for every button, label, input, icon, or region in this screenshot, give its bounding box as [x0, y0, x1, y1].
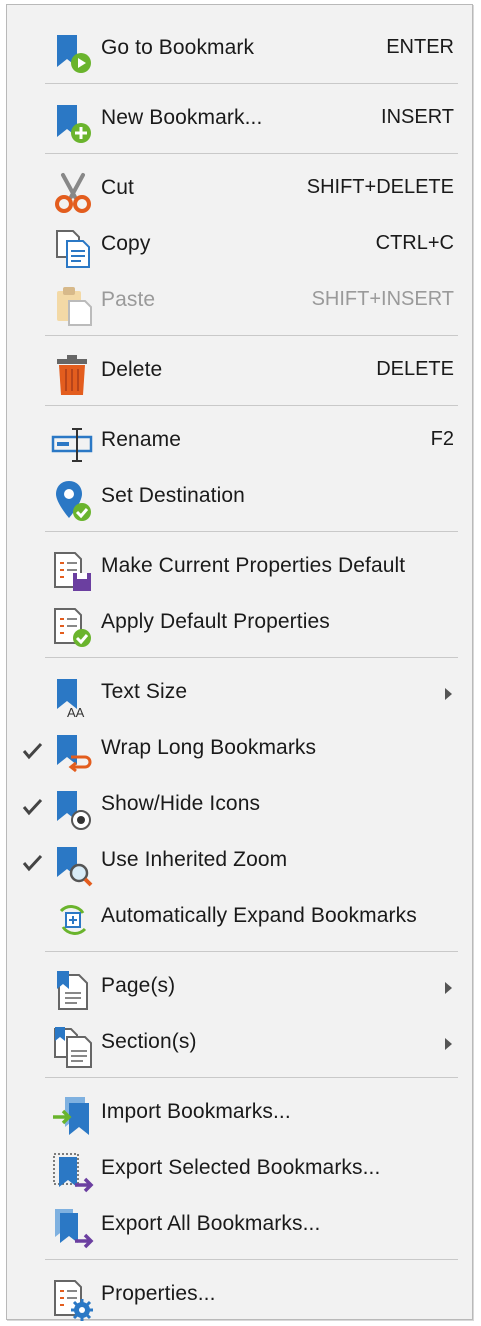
menu-item-sections[interactable]: Section(s): [7, 1017, 472, 1073]
submenu-arrow-icon: [445, 1038, 452, 1050]
menu-item-use-inherited-zoom[interactable]: Use Inherited Zoom: [7, 835, 472, 891]
wrap-icon: [51, 731, 95, 775]
separator: [45, 1259, 458, 1260]
menu-item-set-destination[interactable]: Set Destination: [7, 471, 472, 527]
menu-item-shortcut: DELETE: [376, 358, 454, 380]
import-icon: [51, 1095, 95, 1139]
menu-item-make-current-properties-default[interactable]: Make Current Properties Default: [7, 541, 472, 597]
submenu-arrow-icon: [445, 688, 452, 700]
menu-item-label: Export All Bookmarks...: [101, 1212, 321, 1235]
menu-item-show-hide-icons[interactable]: Show/Hide Icons: [7, 779, 472, 835]
menu-item-label: Section(s): [101, 1030, 197, 1053]
menu-item-text-size[interactable]: AA Text Size: [7, 667, 472, 723]
menu-item-label: Page(s): [101, 974, 176, 997]
menu-item-label: Export Selected Bookmarks...: [101, 1156, 381, 1179]
submenu-arrow-icon: [445, 982, 452, 994]
svg-text:AA: AA: [67, 705, 85, 719]
text-size-icon: AA: [51, 675, 95, 720]
menu-item-shortcut: F2: [430, 428, 454, 450]
menu-item-label: Set Destination: [101, 484, 245, 507]
checkmark-icon: [21, 795, 45, 819]
separator: [45, 1077, 458, 1078]
menu-item-cut[interactable]: Cut SHIFT+DELETE: [7, 163, 472, 219]
zoom-icon: [51, 843, 95, 887]
separator: [45, 405, 458, 406]
menu-item-label: Automatically Expand Bookmarks: [101, 904, 417, 927]
eye-icon: [51, 787, 95, 831]
menu-item-copy[interactable]: Copy CTRL+C: [7, 219, 472, 275]
menu-item-properties[interactable]: Properties...: [7, 1269, 472, 1325]
menu-item-label: Copy: [101, 232, 151, 255]
menu-item-label: Delete: [101, 358, 163, 381]
menu-item-shortcut: INSERT: [381, 106, 454, 128]
menu-item-label: Text Size: [101, 680, 188, 703]
menu-item-label: Show/Hide Icons: [101, 792, 261, 815]
menu-item-label: Cut: [101, 176, 134, 199]
save-properties-icon: [51, 549, 95, 593]
separator: [45, 531, 458, 532]
menu-item-label: New Bookmark...: [101, 106, 263, 129]
location-pin-icon: [51, 479, 95, 523]
separator: [45, 335, 458, 336]
menu-item-shortcut: SHIFT+DELETE: [306, 176, 454, 198]
apply-properties-icon: [51, 605, 95, 649]
copy-icon: [51, 227, 95, 271]
menu-item-import-bookmarks[interactable]: Import Bookmarks...: [7, 1087, 472, 1143]
menu-item-automatically-expand-bookmarks[interactable]: Automatically Expand Bookmarks: [7, 891, 472, 947]
menu-item-rename[interactable]: Rename F2: [7, 415, 472, 471]
menu-item-wrap-long-bookmarks[interactable]: Wrap Long Bookmarks: [7, 723, 472, 779]
separator: [45, 951, 458, 952]
checkmark-icon: [21, 851, 45, 875]
expand-icon: [51, 899, 95, 943]
menu-item-delete[interactable]: Delete DELETE: [7, 345, 472, 401]
trash-icon: [51, 353, 95, 397]
menu-item-label: Use Inherited Zoom: [101, 848, 288, 871]
sections-icon: [51, 1025, 95, 1069]
properties-icon: [51, 1277, 95, 1321]
go-to-bookmark-icon: [51, 31, 95, 75]
menu-item-shortcut: ENTER: [386, 36, 454, 58]
separator: [45, 657, 458, 658]
scissors-icon: [51, 171, 95, 215]
menu-item-new-bookmark[interactable]: New Bookmark... INSERT: [7, 93, 472, 149]
checkmark-icon: [21, 739, 45, 763]
menu-item-shortcut: SHIFT+INSERT: [311, 288, 454, 310]
new-bookmark-icon: [51, 101, 95, 145]
menu-item-label: Apply Default Properties: [101, 610, 330, 633]
menu-item-label: Rename: [101, 428, 181, 451]
menu-item-export-selected-bookmarks[interactable]: Export Selected Bookmarks...: [7, 1143, 472, 1199]
menu-item-label: Import Bookmarks...: [101, 1100, 291, 1123]
menu-item-paste: Paste SHIFT+INSERT: [7, 275, 472, 331]
paste-icon: [51, 283, 95, 327]
menu-item-apply-default-properties[interactable]: Apply Default Properties: [7, 597, 472, 653]
page-icon: [51, 969, 95, 1013]
export-all-icon: [51, 1207, 95, 1251]
separator: [45, 153, 458, 154]
export-selected-icon: [51, 1151, 95, 1195]
menu-item-shortcut: CTRL+C: [375, 232, 454, 254]
menu-item-label: Paste: [101, 288, 156, 311]
rename-icon: [51, 423, 95, 467]
menu-item-label: Properties...: [101, 1282, 216, 1305]
separator: [45, 83, 458, 84]
menu-item-label: Wrap Long Bookmarks: [101, 736, 317, 759]
menu-item-go-to-bookmark[interactable]: Go to Bookmark ENTER: [7, 23, 472, 79]
menu-item-pages[interactable]: Page(s): [7, 961, 472, 1017]
menu-item-label: Go to Bookmark: [101, 36, 255, 59]
menu-item-export-all-bookmarks[interactable]: Export All Bookmarks...: [7, 1199, 472, 1255]
bookmark-context-menu: Go to Bookmark ENTER New Bookmark... INS…: [6, 4, 473, 1321]
menu-item-label: Make Current Properties Default: [101, 554, 406, 577]
